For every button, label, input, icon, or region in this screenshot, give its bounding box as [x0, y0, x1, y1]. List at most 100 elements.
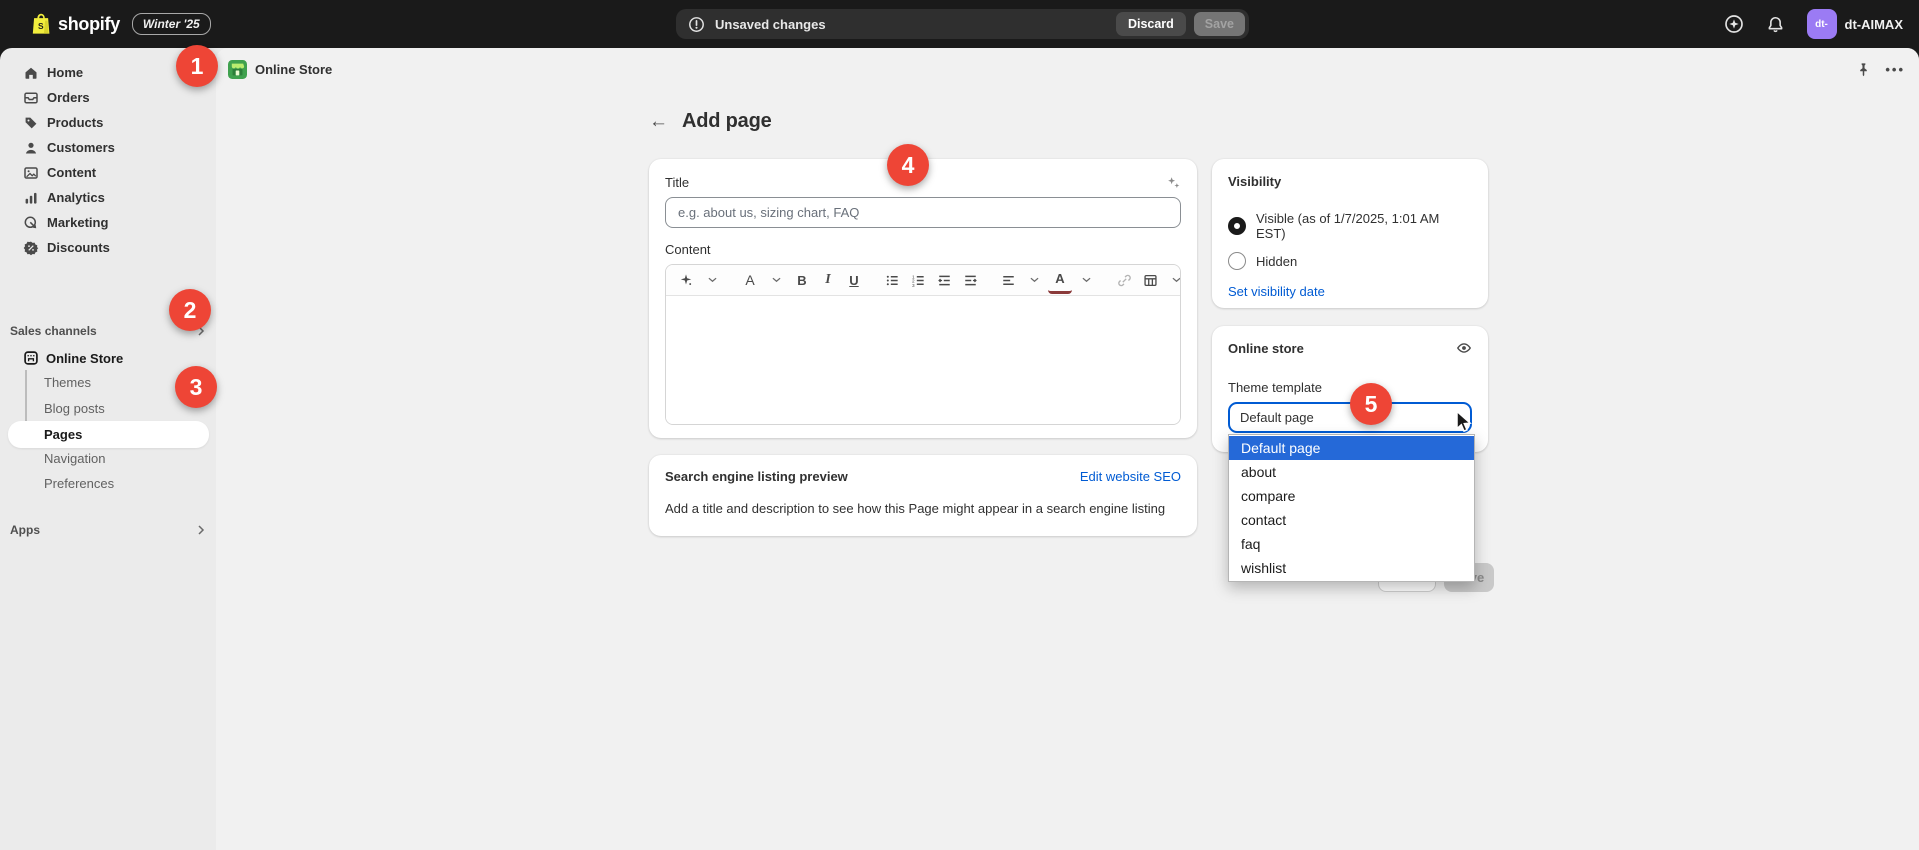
sidebar-item-apps[interactable]: Apps: [10, 518, 206, 542]
dropdown-option-default-page[interactable]: Default page: [1229, 436, 1474, 460]
shopify-logo[interactable]: S shopify: [30, 12, 120, 36]
back-arrow-icon[interactable]: ←: [649, 112, 668, 131]
sidebar-item-label: Preferences: [44, 476, 114, 491]
link-icon[interactable]: [1112, 268, 1136, 292]
dropdown-option-wishlist[interactable]: wishlist: [1229, 556, 1474, 580]
page-header: Online Store •••: [216, 48, 1919, 90]
sidebar-item-orders[interactable]: Orders: [0, 85, 216, 110]
topbar-right: dt- dt-AIMAX: [1724, 0, 1910, 48]
pin-icon[interactable]: [1856, 62, 1871, 77]
sidebar-item-label: Discounts: [47, 240, 110, 255]
save-button-topbar[interactable]: Save: [1194, 12, 1245, 36]
set-visibility-date-link[interactable]: Set visibility date: [1228, 284, 1472, 299]
chevron-down-icon[interactable]: [700, 268, 724, 292]
topbar: S shopify Winter '25 Unsaved changes Dis…: [0, 0, 1919, 48]
svg-text:3: 3: [911, 282, 914, 287]
page-title: Add page: [682, 110, 772, 133]
notification-bell-icon[interactable]: [1766, 15, 1785, 34]
table-icon[interactable]: [1138, 268, 1162, 292]
sidebar-item-analytics[interactable]: Analytics: [0, 185, 216, 210]
sales-channels-label: Sales channels: [10, 324, 97, 338]
text-color-button[interactable]: A: [1048, 267, 1072, 294]
cursor-icon: [1453, 410, 1474, 441]
visibility-heading: Visibility: [1228, 174, 1281, 189]
account-name: dt-AIMAX: [1845, 17, 1904, 32]
version-badge: Winter '25: [132, 13, 211, 35]
edit-website-seo-link[interactable]: Edit website SEO: [1080, 469, 1181, 484]
account-menu[interactable]: dt- dt-AIMAX: [1807, 9, 1910, 39]
chevron-down-icon[interactable]: [1164, 268, 1181, 292]
eye-icon[interactable]: [1456, 340, 1472, 356]
sparkle-small-icon[interactable]: [1166, 175, 1181, 190]
sidebar-item-label: Blog posts: [44, 401, 105, 416]
sidebar-item-label: Products: [47, 115, 103, 130]
apps-label: Apps: [10, 523, 40, 537]
chevron-down-icon[interactable]: [1074, 268, 1098, 292]
dropdown-option-contact[interactable]: contact: [1229, 508, 1474, 532]
home-icon: [23, 65, 39, 81]
text-style-button[interactable]: A: [738, 268, 762, 292]
italic-button[interactable]: I: [816, 268, 840, 292]
sidekick-icon[interactable]: [1724, 14, 1744, 34]
orders-icon: [23, 90, 39, 106]
title-input[interactable]: [665, 197, 1181, 228]
bullet-list-icon[interactable]: [880, 268, 904, 292]
brand-wordmark: shopify: [58, 14, 120, 35]
selected-template-value: Default page: [1240, 410, 1314, 425]
dropdown-option-faq[interactable]: faq: [1229, 532, 1474, 556]
visible-radio-row[interactable]: Visible (as of 1/7/2025, 1:01 AM EST): [1228, 211, 1472, 241]
theme-template-dropdown: Default page about compare contact faq w…: [1228, 434, 1475, 582]
seo-card: Search engine listing preview Edit websi…: [649, 455, 1197, 536]
title-field-label: Title: [665, 175, 689, 191]
content-field-label: Content: [665, 242, 1181, 258]
visibility-card: Visibility Visible (as of 1/7/2025, 1:01…: [1212, 159, 1488, 308]
customers-icon: [23, 140, 39, 156]
outdent-icon[interactable]: [932, 268, 956, 292]
align-icon[interactable]: [996, 268, 1020, 292]
sidebar: Home Orders Products Customers Content A…: [0, 48, 216, 850]
content-icon: [23, 165, 39, 181]
editor-toolbar: A B I U 123 A: [666, 265, 1180, 296]
rich-text-editor: A B I U 123 A: [665, 264, 1181, 425]
indent-icon[interactable]: [958, 268, 982, 292]
main-area: Online Store ••• ← Add page Title Conten…: [216, 48, 1919, 850]
annotation-badge-3: 3: [175, 366, 217, 408]
sidebar-item-content[interactable]: Content: [0, 160, 216, 185]
sidebar-item-products[interactable]: Products: [0, 110, 216, 135]
bold-button[interactable]: B: [790, 268, 814, 292]
dropdown-option-about[interactable]: about: [1229, 460, 1474, 484]
sidebar-item-pages-selected[interactable]: [8, 421, 209, 448]
chevron-down-icon[interactable]: [1022, 268, 1046, 292]
underline-button[interactable]: U: [842, 268, 866, 292]
more-icon[interactable]: •••: [1885, 62, 1905, 77]
visible-option-label: Visible (as of 1/7/2025, 1:01 AM EST): [1256, 211, 1472, 241]
discard-button[interactable]: Discard: [1116, 12, 1186, 36]
numbered-list-icon[interactable]: 123: [906, 268, 930, 292]
sidebar-item-discounts[interactable]: Discounts: [0, 235, 216, 260]
page-title-row: ← Add page: [649, 110, 772, 133]
sidebar-item-marketing[interactable]: Marketing: [0, 210, 216, 235]
seo-description: Add a title and description to see how t…: [665, 501, 1181, 516]
sidebar-item-themes[interactable]: Themes: [44, 370, 91, 395]
sidebar-item-navigation[interactable]: Navigation: [44, 446, 105, 471]
annotation-badge-4: 4: [887, 144, 929, 186]
sidebar-item-label: Analytics: [47, 190, 105, 205]
content-editor-body[interactable]: [666, 296, 1180, 424]
radio-unselected-icon[interactable]: [1228, 252, 1246, 270]
hidden-radio-row[interactable]: Hidden: [1228, 252, 1472, 270]
products-icon: [23, 115, 39, 131]
sidebar-item-customers[interactable]: Customers: [0, 135, 216, 160]
chevron-down-icon[interactable]: [764, 268, 788, 292]
dropdown-option-compare[interactable]: compare: [1229, 484, 1474, 508]
sidebar-item-blog-posts[interactable]: Blog posts: [44, 396, 105, 421]
theme-template-label: Theme template: [1228, 380, 1472, 396]
breadcrumb[interactable]: Online Store: [255, 62, 332, 77]
annotation-badge-5: 5: [1350, 383, 1392, 425]
shopify-admin-screen: S shopify Winter '25 Unsaved changes Dis…: [0, 0, 1919, 850]
sidebar-item-pages-label: Pages: [44, 421, 82, 448]
sidebar-item-preferences[interactable]: Preferences: [44, 471, 114, 496]
analytics-icon: [23, 190, 39, 206]
magic-icon[interactable]: [674, 268, 698, 292]
radio-selected-icon[interactable]: [1228, 217, 1246, 235]
sidebar-item-online-store[interactable]: Online Store: [0, 345, 216, 371]
